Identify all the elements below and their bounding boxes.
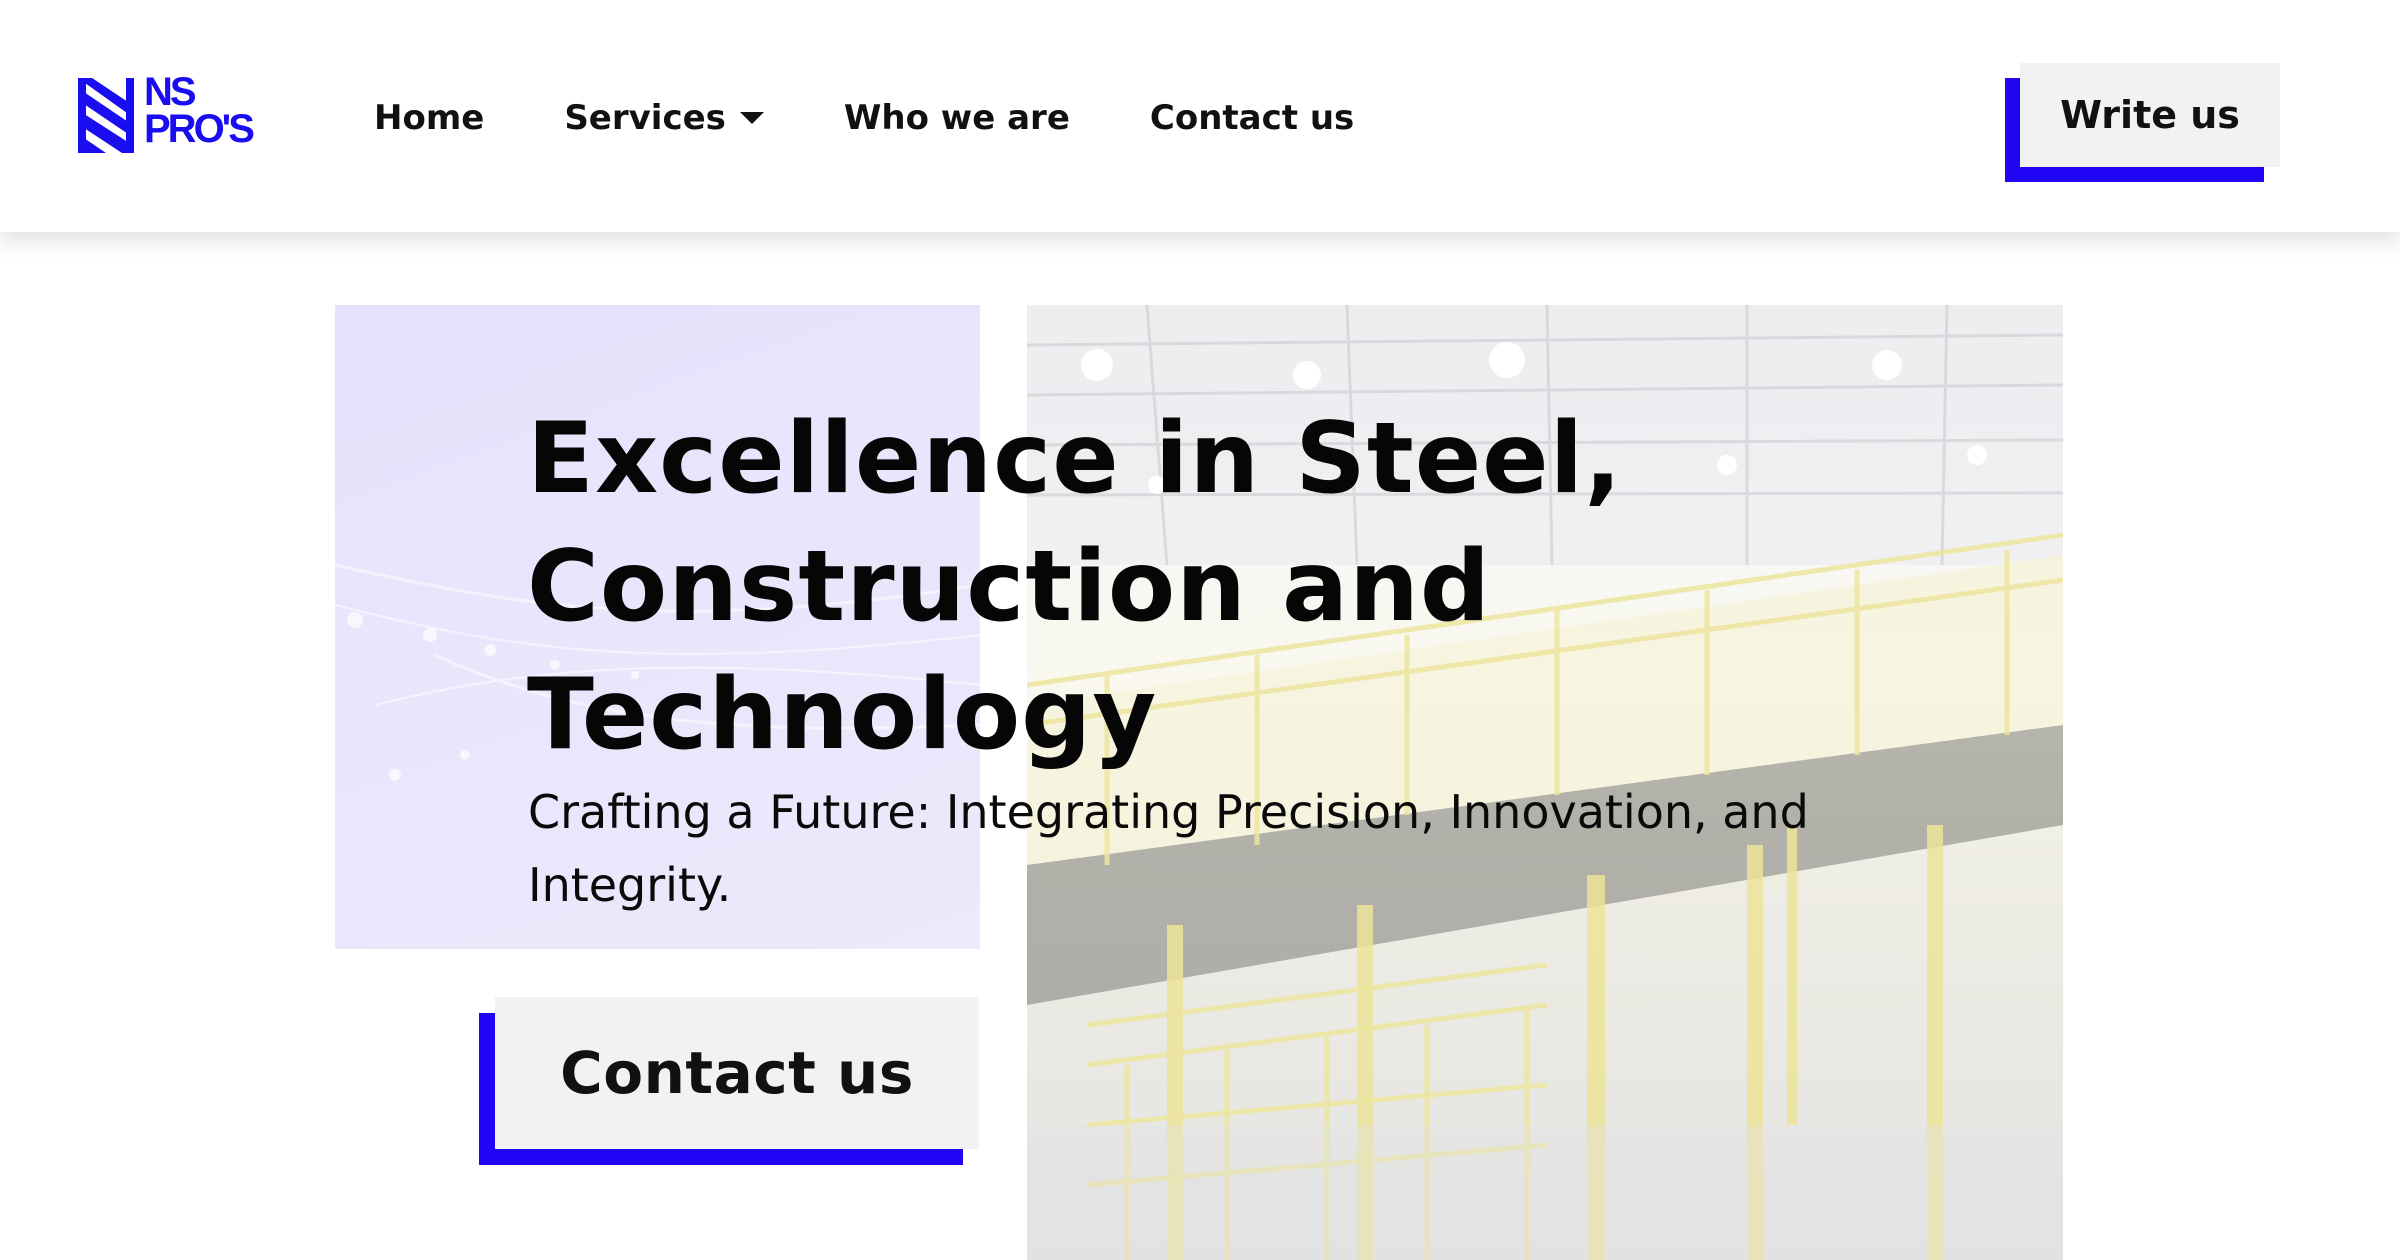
brand-name-line-2: PRO'S (144, 107, 255, 151)
nav-item-who-we-are[interactable]: Who we are (844, 98, 1070, 138)
brand-name: NS PRO'S (144, 70, 255, 151)
hero-title-line-2: Construction and (527, 530, 1492, 644)
brand-logo[interactable]: NS PRO'S (78, 70, 283, 156)
hero-title-line-3: Technology (527, 658, 1158, 772)
logo-stripes-icon (78, 78, 134, 153)
caret-down-icon (739, 112, 764, 124)
nav-item-services[interactable]: Services (564, 98, 764, 138)
main-nav: Home Services Who we are Contact us (374, 90, 1434, 146)
page: Excellence in Steel, Construction and Te… (0, 0, 2400, 1260)
brand-name-line-1: NS (144, 70, 197, 114)
hero-contact-button[interactable]: Contact us (479, 997, 979, 1165)
nav-item-services-label: Services (564, 98, 726, 138)
nav-item-who-we-are-label: Who we are (843, 98, 1070, 138)
hero-subtitle: Crafting a Future: Integrating Precision… (528, 776, 1858, 922)
hero-title: Excellence in Steel, Construction and Te… (527, 395, 1777, 779)
nav-item-contact-us[interactable]: Contact us (1150, 98, 1354, 138)
nav-item-contact-us-label: Contact us (1149, 98, 1355, 138)
hero-subtitle-line-2: Integrity. (528, 858, 732, 912)
hero-subtitle-line-1: Crafting a Future: Integrating Precision… (528, 785, 1809, 839)
nav-item-home-label: Home (374, 98, 485, 138)
contact-button-label: Contact us (495, 997, 979, 1149)
nav-item-home[interactable]: Home (374, 98, 484, 138)
write-us-button[interactable]: Write us (2005, 63, 2280, 182)
write-us-button-label: Write us (2020, 63, 2280, 167)
hero-title-line-1: Excellence in Steel, (527, 402, 1623, 516)
site-header: NS PRO'S Home Services Who we are Contac… (0, 0, 2400, 232)
